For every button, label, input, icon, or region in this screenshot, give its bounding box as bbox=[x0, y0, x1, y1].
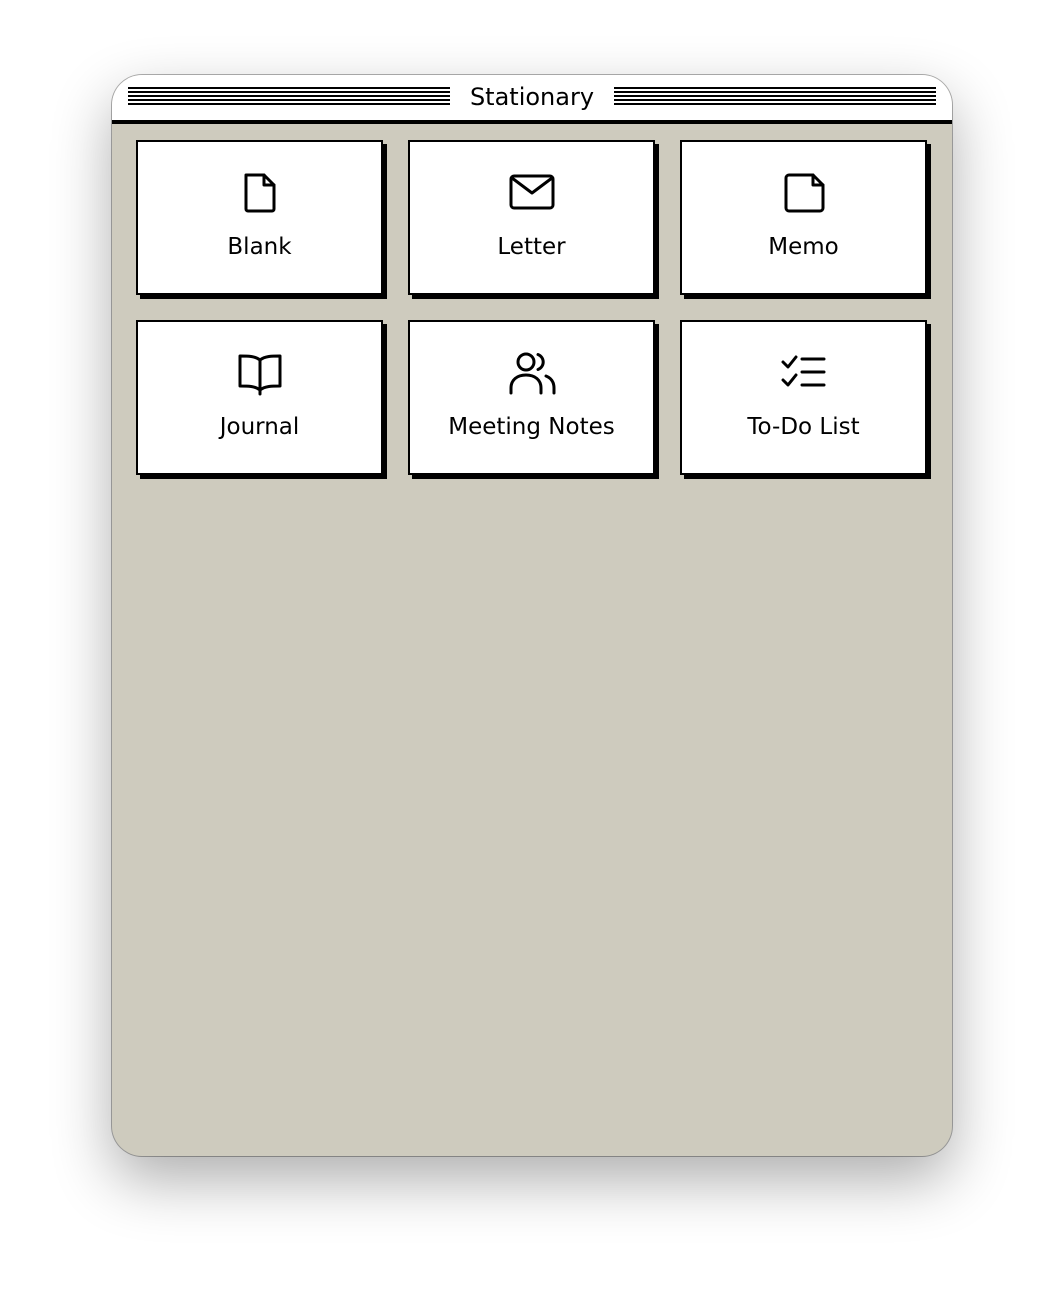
title-bar[interactable]: Stationary bbox=[112, 75, 952, 124]
file-icon bbox=[236, 168, 284, 216]
window-title: Stationary bbox=[450, 82, 614, 112]
template-label: To-Do List bbox=[747, 414, 860, 440]
book-open-icon bbox=[236, 348, 284, 396]
template-to-do-list[interactable]: To-Do List bbox=[680, 320, 927, 475]
users-icon bbox=[508, 348, 556, 396]
template-label: Blank bbox=[227, 234, 292, 260]
template-memo[interactable]: Memo bbox=[680, 140, 927, 295]
template-letter[interactable]: Letter bbox=[408, 140, 655, 295]
template-label: Letter bbox=[497, 234, 566, 260]
template-blank[interactable]: Blank bbox=[136, 140, 383, 295]
template-journal[interactable]: Journal bbox=[136, 320, 383, 475]
title-bar-stripes-left bbox=[128, 87, 450, 106]
template-meeting-notes[interactable]: Meeting Notes bbox=[408, 320, 655, 475]
template-label: Meeting Notes bbox=[448, 414, 615, 440]
template-label: Journal bbox=[219, 414, 300, 440]
stationary-window: Stationary Blank Letter Memo Journal Mee… bbox=[112, 75, 952, 1156]
checklist-icon bbox=[780, 348, 828, 396]
sticky-note-icon bbox=[780, 168, 828, 216]
envelope-icon bbox=[508, 168, 556, 216]
title-bar-stripes-right bbox=[614, 87, 936, 106]
template-label: Memo bbox=[768, 234, 839, 260]
